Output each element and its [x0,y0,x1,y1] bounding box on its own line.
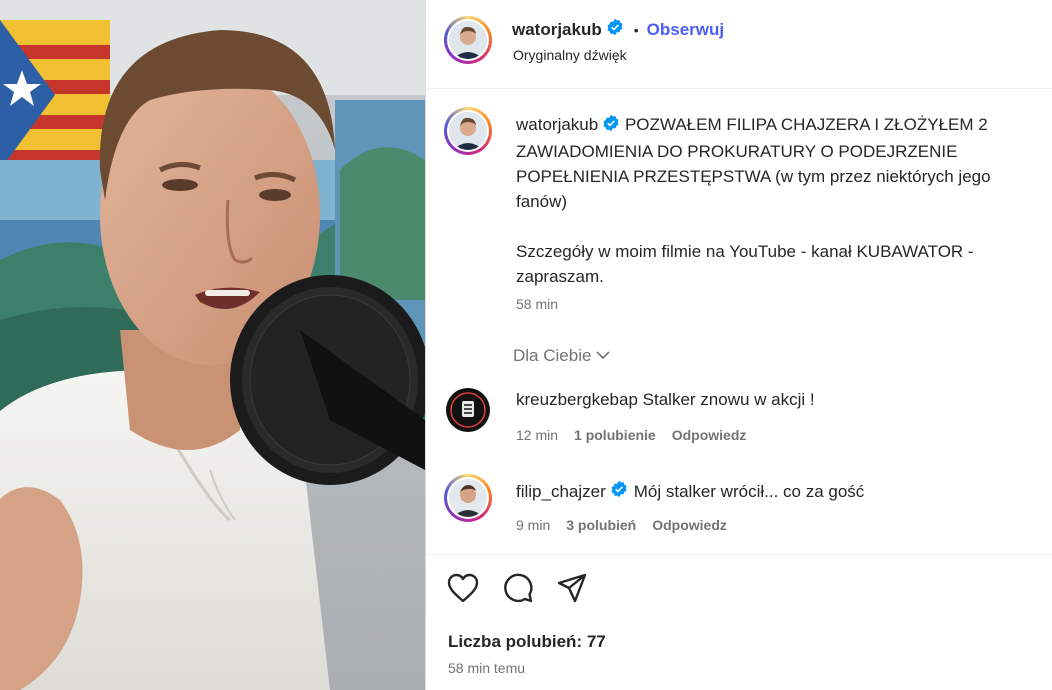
reply-button[interactable]: Odpowiedz [652,517,727,533]
commenter-avatar[interactable] [444,474,492,522]
author-avatar-image [449,21,487,59]
kreuzberg-logo-icon [446,388,490,432]
header-divider [426,88,1052,89]
comment-likes[interactable]: 1 polubienie [574,427,656,443]
verified-badge-icon [610,480,628,503]
flag [0,20,110,180]
caption-username[interactable]: watorjakub [516,115,598,134]
comment-meta: 12 min 1 polubienie Odpowiedz [516,427,746,443]
author-username[interactable]: watorjakub [512,20,602,40]
comment-item: filip_chajzer Mój stalker wrócił... co z… [426,470,1052,540]
comment-likes[interactable]: 3 polubień [566,517,636,533]
comments-filter[interactable]: Dla Ciebie [513,346,611,366]
video-player[interactable] [0,0,425,690]
author-avatar[interactable] [444,16,492,64]
share-icon[interactable] [556,572,588,609]
comment-username[interactable]: filip_chajzer [516,482,606,502]
audio-label[interactable]: Oryginalny dźwięk [513,47,627,63]
comment-body: filip_chajzer Mój stalker wrócił... co z… [516,480,864,503]
comment-meta: 9 min 3 polubień Odpowiedz [516,517,727,533]
comment-timestamp: 12 min [516,427,559,443]
caption-body: watorjakub POZWAŁEM FILIPA CHAJZERA I ZŁ… [516,112,1036,289]
post-panel: watorjakub • Obserwuj Oryginalny dźwięk [426,0,1052,690]
reply-button[interactable]: Odpowiedz [672,427,747,443]
post-actions [446,572,588,609]
heart-icon[interactable] [446,572,480,609]
commenter-avatar-image [449,479,487,517]
comment-text: Mój stalker wrócił... co za gość [633,481,865,501]
chevron-down-icon [595,346,611,366]
caption-text: POZWAŁEM FILIPA CHAJZERA I ZŁOŻYŁEM 2 ZA… [516,115,991,286]
comments-filter-label: Dla Ciebie [513,346,592,365]
comment-timestamp: 9 min [516,517,551,533]
comment-item: kreuzbergkebap Stalker znowu w akcji ! 1… [426,380,1052,450]
commenter-avatar[interactable] [444,386,492,434]
caption-avatar[interactable] [444,107,492,155]
comment-username[interactable]: kreuzbergkebap [516,390,638,409]
actions-divider [426,554,1052,555]
follow-button[interactable]: Obserwuj [647,20,724,40]
microphone [230,275,425,485]
comment-body: kreuzbergkebap Stalker znowu w akcji ! [516,390,815,410]
post-header: watorjakub • Obserwuj Oryginalny dźwięk [426,0,1052,88]
separator-dot: • [633,21,639,38]
caption-timestamp: 58 min [516,296,559,312]
verified-badge-icon [602,114,620,139]
verified-badge-icon [606,18,624,41]
post-timestamp[interactable]: 58 min temu [448,660,525,676]
comment-text: Stalker znowu w akcji ! [642,390,815,409]
likes-count[interactable]: Liczba polubień: 77 [448,632,606,652]
comment-icon[interactable] [502,572,534,609]
caption-avatar-image [449,112,487,150]
video-frame [0,0,425,690]
